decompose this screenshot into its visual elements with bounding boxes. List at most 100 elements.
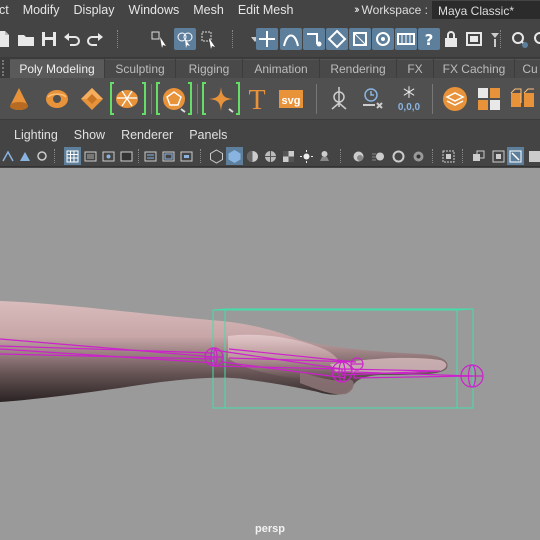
shelf-grip-handle[interactable] bbox=[2, 60, 8, 76]
select-hierarchy-icon[interactable] bbox=[149, 28, 171, 50]
joint-finger-end[interactable] bbox=[460, 364, 484, 388]
shelf-tab-bar: Poly Modeling Sculpting Rigging Animatio… bbox=[0, 58, 540, 78]
cylinder-icon[interactable] bbox=[110, 82, 144, 116]
menu-edit-mesh[interactable]: Edit Mesh bbox=[231, 0, 301, 20]
render-frame-icon[interactable] bbox=[463, 28, 485, 50]
history-icon[interactable] bbox=[395, 28, 417, 50]
xray-joints-icon[interactable] bbox=[490, 147, 507, 165]
panel-menu-panels[interactable]: Panels bbox=[189, 128, 227, 142]
smooth-shade-icon[interactable] bbox=[226, 147, 243, 165]
tab-fx[interactable]: FX bbox=[397, 59, 433, 78]
menu-mesh[interactable]: Mesh bbox=[186, 0, 231, 20]
text-tool-icon[interactable]: T bbox=[240, 82, 274, 116]
panel-menu-lighting[interactable]: Lighting bbox=[14, 128, 58, 142]
xray-active-components-icon[interactable] bbox=[507, 147, 524, 165]
snap-point-icon[interactable] bbox=[303, 28, 325, 50]
camera-attributes-icon[interactable] bbox=[34, 147, 51, 165]
xray-icon[interactable] bbox=[470, 147, 487, 165]
sphere-cubes-icon[interactable] bbox=[506, 82, 540, 116]
menu-overflow-chevron-icon[interactable]: ›› bbox=[354, 4, 360, 16]
safe-title-icon[interactable] bbox=[178, 147, 195, 165]
tab-custom[interactable]: Cu bbox=[515, 59, 540, 78]
bookmark-camera-icon[interactable] bbox=[0, 147, 17, 165]
cube-icon[interactable] bbox=[75, 82, 109, 116]
perspective-viewport[interactable]: persp bbox=[0, 168, 540, 540]
soccer-ball-icon[interactable] bbox=[157, 82, 191, 116]
ipr-dropdown-icon[interactable] bbox=[484, 28, 506, 50]
viewport-scene[interactable] bbox=[0, 168, 540, 540]
select-component-icon[interactable] bbox=[198, 28, 220, 50]
snap-view-plane-icon[interactable] bbox=[326, 28, 348, 50]
shelf-divider bbox=[316, 84, 318, 114]
grid-toggle-icon[interactable] bbox=[64, 147, 81, 165]
safe-action-icon[interactable] bbox=[160, 147, 177, 165]
status-divider bbox=[232, 30, 234, 48]
layers-icon[interactable] bbox=[438, 82, 472, 116]
textured-icon[interactable] bbox=[280, 147, 297, 165]
screen-space-ao-icon[interactable] bbox=[350, 147, 367, 165]
snap-grid-icon[interactable] bbox=[256, 28, 278, 50]
wireframe-on-shaded-icon[interactable] bbox=[262, 147, 279, 165]
redo-icon[interactable] bbox=[84, 28, 106, 50]
tab-rendering[interactable]: Rendering bbox=[320, 59, 396, 78]
status-divider bbox=[500, 30, 502, 48]
shelf-divider bbox=[151, 84, 153, 114]
backface-culling-icon[interactable] bbox=[526, 147, 540, 165]
svg-text:?: ? bbox=[425, 31, 434, 49]
camera-icon[interactable] bbox=[508, 28, 530, 50]
panel-menu-renderer[interactable]: Renderer bbox=[121, 128, 173, 142]
menu-windows[interactable]: Windows bbox=[122, 0, 187, 20]
wireframe-icon[interactable] bbox=[208, 147, 225, 165]
film-gate-icon[interactable] bbox=[82, 147, 99, 165]
menu-display[interactable]: Display bbox=[67, 0, 122, 20]
shelf-group-bracket bbox=[188, 82, 192, 115]
tab-fx-caching[interactable]: FX Caching bbox=[434, 59, 514, 78]
toolbar-divider bbox=[138, 149, 139, 163]
panel-toolbar bbox=[0, 145, 540, 167]
menu-select[interactable]: ect bbox=[0, 0, 16, 20]
clock-icon[interactable] bbox=[356, 82, 390, 116]
make-live-icon[interactable] bbox=[372, 28, 394, 50]
lock-icon[interactable] bbox=[440, 28, 462, 50]
motion-blur-icon[interactable] bbox=[370, 147, 387, 165]
torus-icon[interactable] bbox=[40, 82, 74, 116]
snowflake-icon[interactable]: 0,0,0 bbox=[392, 82, 426, 116]
gate-mask-icon[interactable] bbox=[118, 147, 135, 165]
status-divider bbox=[117, 30, 119, 48]
lights-icon[interactable] bbox=[298, 147, 315, 165]
tab-animation[interactable]: Animation bbox=[243, 59, 319, 78]
image-plane-icon[interactable] bbox=[17, 147, 34, 165]
svg-tool-icon[interactable]: svg bbox=[274, 82, 308, 116]
default-material-icon[interactable] bbox=[244, 147, 261, 165]
snap-surface-icon[interactable] bbox=[349, 28, 371, 50]
resolution-gate-icon[interactable] bbox=[100, 147, 117, 165]
camera-name-label: persp bbox=[255, 523, 285, 535]
save-scene-icon[interactable] bbox=[38, 28, 60, 50]
panel-menu-bar: Lighting Show Renderer Panels bbox=[0, 125, 540, 145]
sparkle-icon[interactable] bbox=[204, 82, 238, 116]
panel-menu-show[interactable]: Show bbox=[74, 128, 105, 142]
grid-cube-icon[interactable] bbox=[472, 82, 506, 116]
open-scene-icon[interactable] bbox=[15, 28, 37, 50]
cone-icon[interactable] bbox=[2, 82, 36, 116]
select-object-icon[interactable] bbox=[174, 28, 196, 50]
help-icon[interactable]: ? bbox=[418, 28, 440, 50]
toolbar-divider bbox=[340, 149, 341, 163]
tab-poly-modeling[interactable]: Poly Modeling bbox=[10, 59, 104, 78]
anti-aliasing-icon[interactable] bbox=[390, 147, 407, 165]
depth-of-field-icon[interactable] bbox=[410, 147, 427, 165]
toolbar-divider bbox=[54, 149, 55, 163]
shadows-icon[interactable] bbox=[316, 147, 333, 165]
field-chart-icon[interactable] bbox=[142, 147, 159, 165]
target-icon[interactable] bbox=[322, 82, 356, 116]
menu-modify[interactable]: Modify bbox=[16, 0, 67, 20]
tab-rigging[interactable]: Rigging bbox=[176, 59, 242, 78]
new-scene-icon[interactable] bbox=[0, 28, 14, 50]
snap-curve-icon[interactable] bbox=[280, 28, 302, 50]
isolate-select-icon[interactable] bbox=[440, 147, 457, 165]
tab-sculpting[interactable]: Sculpting bbox=[105, 59, 175, 78]
search-icon[interactable] bbox=[530, 28, 540, 50]
undo-icon[interactable] bbox=[61, 28, 83, 50]
svg-tool-label: svg bbox=[282, 95, 301, 107]
workspace-dropdown[interactable]: Maya Classic* bbox=[432, 1, 540, 19]
